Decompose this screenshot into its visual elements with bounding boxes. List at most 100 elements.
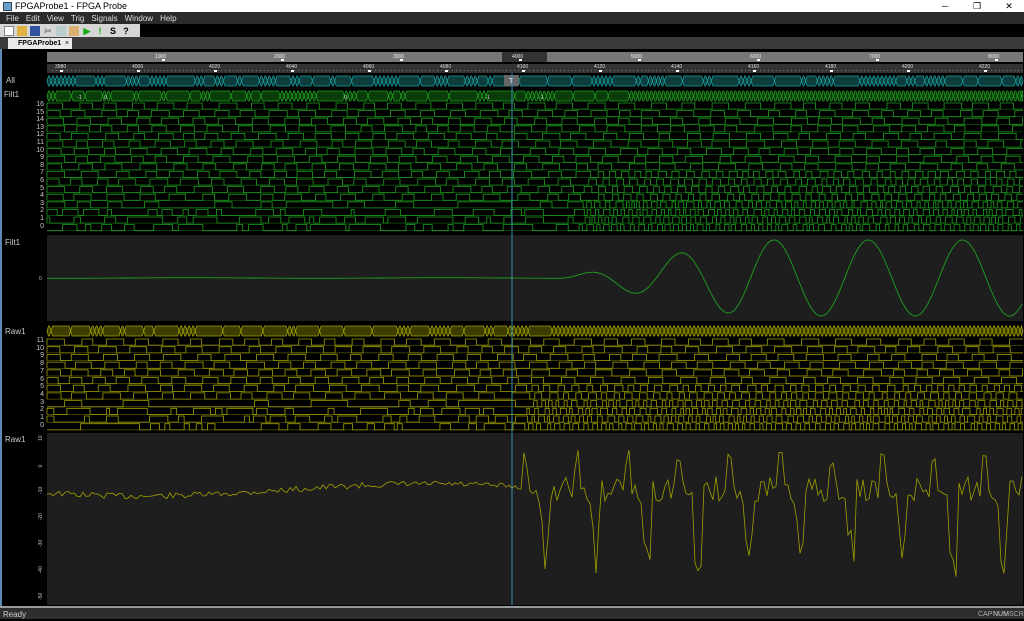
filt1-bit-label[interactable]: 2 (32, 207, 44, 214)
raw1-bit-label[interactable]: 1 (32, 414, 44, 421)
new-icon[interactable] (4, 26, 14, 36)
raw1-bit-label[interactable]: 5 (32, 383, 44, 390)
signal-label-filt1-bus[interactable]: Filt1 (4, 90, 19, 99)
signal-label-raw1-analog[interactable]: Raw1 (5, 435, 25, 444)
ruler-minor-tick (279, 70, 280, 71)
menu-signals[interactable]: Signals (91, 14, 117, 23)
tab-fpgaprobe1[interactable]: FPGAProbe1 × (8, 38, 72, 49)
ruler-minor-tick (164, 70, 165, 71)
ruler-minor-tick (922, 70, 923, 71)
run-button[interactable]: ▶ (82, 26, 92, 36)
menu-file[interactable]: File (6, 14, 19, 23)
signal-label-filt1-analog[interactable]: Filt1 (5, 238, 20, 247)
signal-label-raw1-bus[interactable]: Raw1 (5, 327, 25, 336)
filt1-bit-label[interactable]: 13 (32, 124, 44, 131)
ruler-minor-tick (71, 70, 72, 71)
filt1-bit-label[interactable]: 15 (32, 109, 44, 116)
menu-view[interactable]: View (47, 14, 64, 23)
detail-tick (214, 70, 217, 72)
ruler-minor-tick (83, 70, 84, 71)
ruler-minor-tick (117, 70, 118, 71)
bus-value: 0 (344, 95, 347, 101)
filt1-bit-label[interactable]: 16 (32, 101, 44, 108)
waveform-canvas[interactable]: 1000200030004000500060007000800039804000… (2, 49, 1024, 606)
cut-icon[interactable]: ✂ (43, 26, 53, 36)
filt1-bit-label[interactable]: 6 (32, 177, 44, 184)
raw1-bit-label[interactable]: 11 (32, 337, 44, 344)
filt1-bit-label[interactable]: 9 (32, 154, 44, 161)
maximize-button[interactable]: ❐ (962, 0, 992, 12)
raw1-bit-label[interactable]: 3 (32, 399, 44, 406)
filt1-bit-label[interactable]: 3 (32, 200, 44, 207)
raw1-bit-label[interactable]: 4 (32, 391, 44, 398)
menu-window[interactable]: Window (125, 14, 153, 23)
open-icon[interactable] (17, 26, 27, 36)
detail-tick-label: 4200 (902, 64, 913, 70)
bit-waveform (47, 393, 1023, 399)
menu-edit[interactable]: Edit (26, 14, 40, 23)
bit-waveform (47, 171, 1023, 177)
signal-label-all[interactable]: All (6, 76, 15, 85)
ruler-minor-tick (991, 70, 992, 71)
raw1-axis-label: -50 (38, 593, 44, 600)
bit-waveform (47, 347, 1023, 353)
ruler-minor-tick (337, 70, 338, 71)
ruler-minor-tick (568, 70, 569, 71)
waveform-view[interactable]: 1000200030004000500060007000800039804000… (0, 49, 1024, 606)
raw1-bit-label[interactable]: 0 (32, 422, 44, 429)
bit-waveform (47, 149, 1023, 155)
filt1-bit-label[interactable]: 10 (32, 147, 44, 154)
filt1-bit-label[interactable]: 11 (32, 139, 44, 146)
ruler-minor-tick (795, 70, 796, 71)
raw1-axis-label: -30 (38, 540, 44, 547)
ruler-minor-tick (834, 70, 835, 71)
detail-tick (907, 70, 910, 72)
ruler-minor-tick (187, 70, 188, 71)
ruler-minor-tick (710, 70, 711, 71)
detail-tick-label: 4080 (440, 64, 451, 70)
ruler-minor-tick (375, 70, 376, 71)
filt1-axis-label: 0 (39, 276, 42, 282)
raw1-bit-label[interactable]: 10 (32, 345, 44, 352)
raw1-bit-label[interactable]: 7 (32, 368, 44, 375)
ruler-minor-tick (202, 70, 203, 71)
ruler-minor-tick (410, 70, 411, 71)
ruler-minor-tick (106, 70, 107, 71)
paste-icon[interactable] (69, 26, 79, 36)
save-icon[interactable] (30, 26, 40, 36)
ruler-minor-tick (499, 70, 500, 71)
bit-waveform (47, 118, 1023, 124)
ruler-minor-tick (618, 70, 619, 71)
ruler-minor-tick (995, 70, 996, 71)
filt1-bit-label[interactable]: 8 (32, 162, 44, 169)
ruler-minor-tick (306, 70, 307, 71)
filt1-bit-label[interactable]: 1 (32, 215, 44, 222)
tab-close-icon[interactable]: × (65, 38, 69, 49)
ruler-minor-tick (1007, 70, 1008, 71)
raw1-bit-label[interactable]: 6 (32, 376, 44, 383)
trigger-button[interactable]: ! (95, 26, 105, 36)
close-button[interactable]: ✕ (994, 0, 1024, 12)
menu-help[interactable]: Help (160, 14, 176, 23)
filt1-bit-label[interactable]: 5 (32, 185, 44, 192)
ruler-minor-tick (784, 70, 785, 71)
raw1-bit-label[interactable]: 8 (32, 360, 44, 367)
bus-value: 0 (104, 95, 107, 101)
single-button[interactable]: S (108, 26, 118, 36)
filt1-bit-label[interactable]: 4 (32, 192, 44, 199)
minimize-button[interactable]: ─ (930, 0, 960, 12)
raw1-bit-label[interactable]: 9 (32, 352, 44, 359)
raw1-bit-label[interactable]: 2 (32, 406, 44, 413)
tab-label: FPGAProbe1 (18, 40, 61, 47)
ruler-minor-tick (787, 70, 788, 71)
filt1-bit-label[interactable]: 0 (32, 223, 44, 230)
ruler-minor-tick (799, 70, 800, 71)
filt1-bit-label[interactable]: 14 (32, 116, 44, 123)
menu-trig[interactable]: Trig (71, 14, 84, 23)
copy-icon[interactable] (56, 26, 66, 36)
filt1-bit-label[interactable]: 7 (32, 169, 44, 176)
help-button[interactable]: ? (121, 26, 131, 36)
filt1-bit-label[interactable]: 12 (32, 131, 44, 138)
ruler-minor-tick (560, 70, 561, 71)
ruler-minor-tick (449, 70, 450, 71)
